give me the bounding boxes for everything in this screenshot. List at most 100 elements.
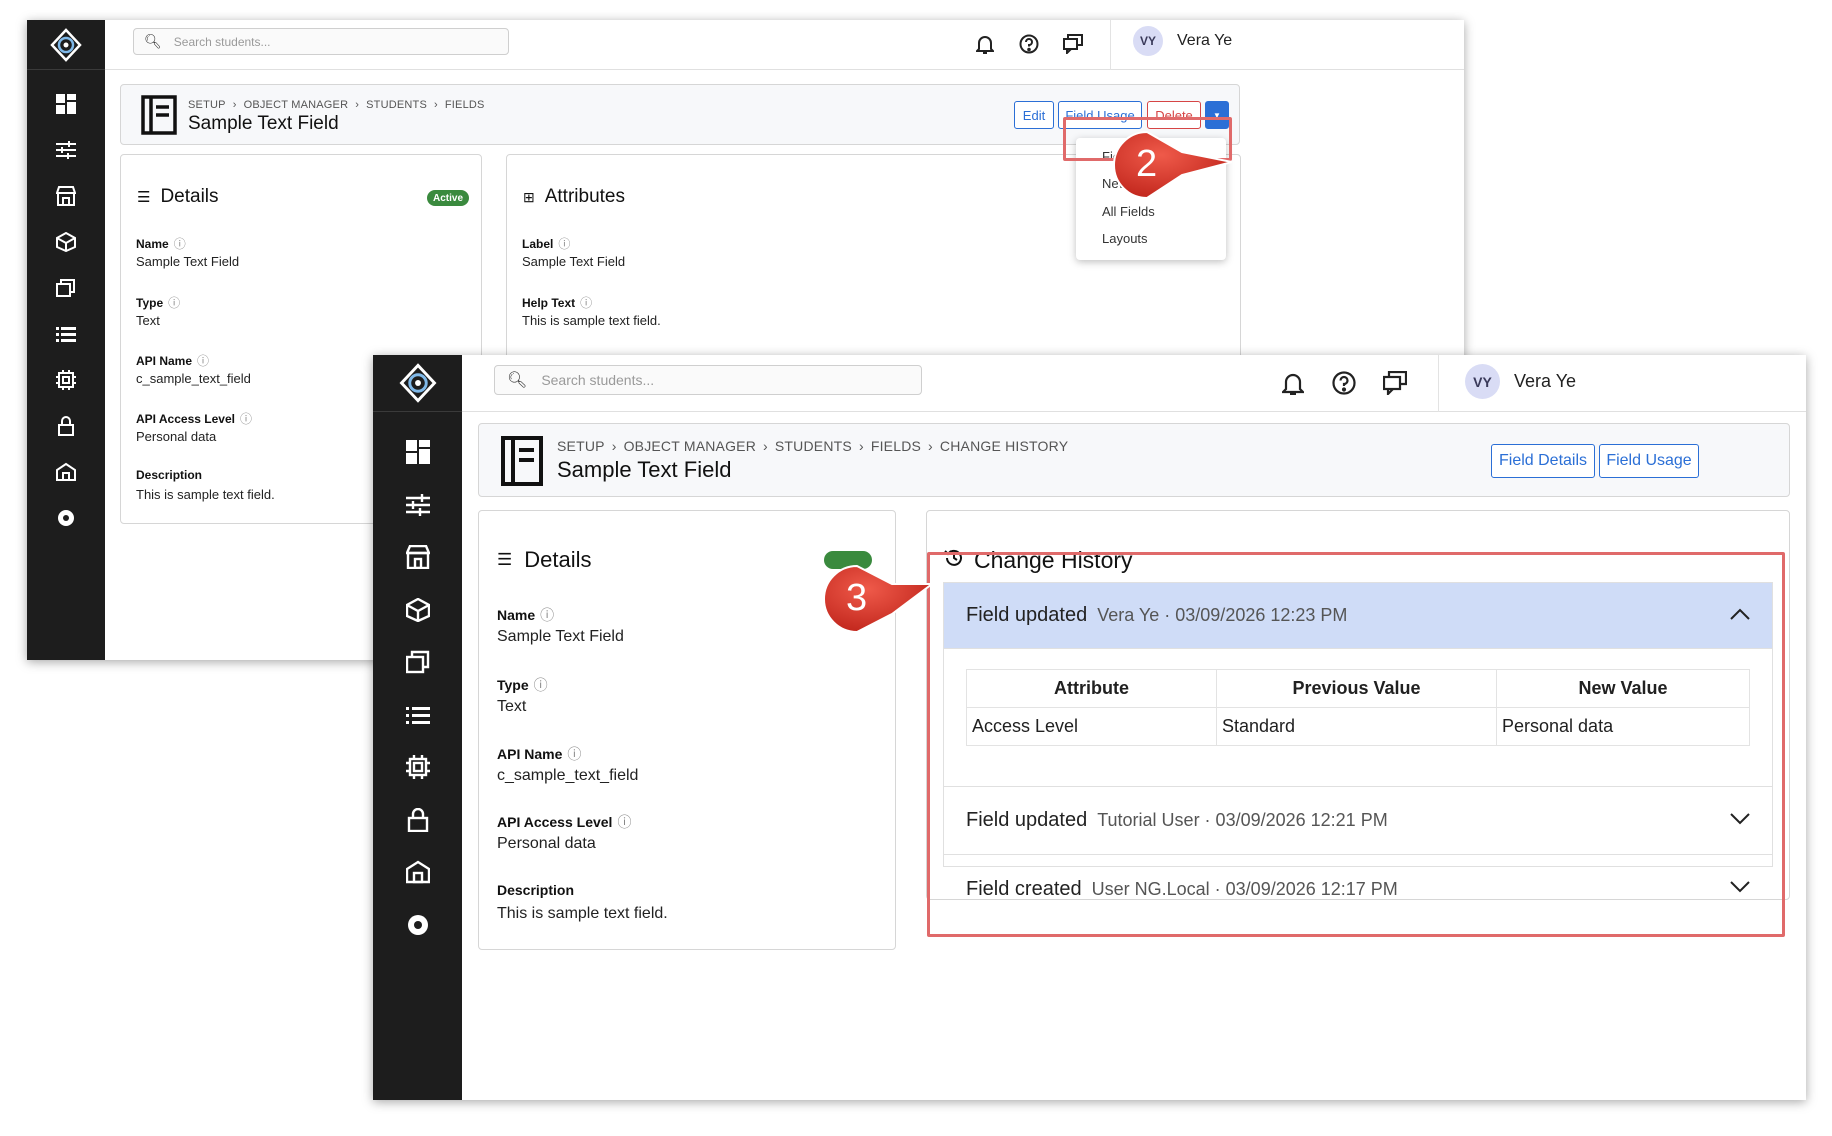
field-label: Label ⓘ xyxy=(522,236,571,252)
info-icon: ⓘ xyxy=(533,677,548,693)
search-icon: 🔍︎ xyxy=(144,33,162,49)
list-icon[interactable] xyxy=(27,324,105,344)
avatar[interactable]: VY xyxy=(1465,364,1500,399)
crumb-change-history: CHANGE HISTORY xyxy=(939,438,1069,454)
field-details-button[interactable]: Field Details xyxy=(1491,444,1595,478)
app-logo xyxy=(27,20,105,70)
info-icon: ⓘ xyxy=(617,814,632,830)
user-name[interactable]: Vera Ye xyxy=(1514,371,1576,392)
list-icon: ☰ xyxy=(137,189,151,206)
page-title: Sample Text Field xyxy=(188,113,339,134)
field-value: Text xyxy=(497,698,527,715)
document-icon xyxy=(141,95,177,140)
menu-item-all-fields[interactable]: All Fields xyxy=(1076,204,1226,219)
top-bar: 🔍︎ VY Vera Ye xyxy=(105,20,1464,70)
field-value: Text xyxy=(136,313,160,328)
field-label: API Access Level ⓘ xyxy=(497,814,632,830)
sliders-icon[interactable] xyxy=(373,493,462,517)
help-icon[interactable] xyxy=(1017,32,1041,56)
bell-icon[interactable] xyxy=(1279,369,1307,397)
field-value: Sample Text Field xyxy=(522,254,626,269)
status-badge: Active xyxy=(427,190,469,206)
school-icon[interactable] xyxy=(27,462,105,482)
field-label: Type ⓘ xyxy=(497,677,548,693)
crumb-setup[interactable]: SETUP xyxy=(557,438,605,454)
crumb-setup[interactable]: SETUP xyxy=(188,99,226,111)
field-value: Sample Text Field xyxy=(136,254,240,269)
field-value: c_sample_text_field xyxy=(497,767,639,784)
chip-icon[interactable] xyxy=(27,370,105,390)
windows-icon[interactable] xyxy=(27,278,105,298)
field-value: This is sample text field. xyxy=(497,905,668,922)
settings-gear-icon[interactable] xyxy=(373,913,462,937)
lock-icon[interactable] xyxy=(373,808,462,832)
edit-button[interactable]: Edit xyxy=(1014,101,1054,129)
chip-icon[interactable] xyxy=(373,755,462,779)
dashboard-icon[interactable] xyxy=(27,94,105,114)
top-bar: 🔍︎ VY Vera Ye xyxy=(462,355,1806,412)
field-value: c_sample_text_field xyxy=(136,371,251,386)
attributes-heading: ⊞ Attributes xyxy=(523,186,625,207)
crumb-students[interactable]: STUDENTS xyxy=(366,99,427,111)
crumb-fields[interactable]: FIELDS xyxy=(871,438,921,454)
search-input[interactable] xyxy=(173,34,508,49)
step-number: 2 xyxy=(1136,143,1158,185)
list-icon: ☰ xyxy=(497,550,513,569)
search-box[interactable]: 🔍︎ xyxy=(133,28,509,55)
menu-item-layouts[interactable]: Layouts xyxy=(1076,231,1226,246)
user-name[interactable]: Vera Ye xyxy=(1177,32,1232,50)
info-icon: ⓘ xyxy=(580,296,593,310)
callout-highlight xyxy=(927,552,1785,937)
dashboard-icon[interactable] xyxy=(373,440,462,464)
field-value: This is sample text field. xyxy=(136,487,275,502)
chat-icon[interactable] xyxy=(1061,32,1085,56)
field-usage-button[interactable]: Field Usage xyxy=(1599,444,1699,478)
avatar[interactable]: VY xyxy=(1133,26,1163,56)
crumb-fields[interactable]: FIELDS xyxy=(445,99,485,111)
help-icon[interactable] xyxy=(1330,369,1358,397)
bell-icon[interactable] xyxy=(973,32,997,56)
sidebar xyxy=(373,355,462,1100)
search-icon: 🔍︎ xyxy=(507,372,528,389)
info-icon: ⓘ xyxy=(239,412,252,426)
store-icon[interactable] xyxy=(373,545,462,569)
cube-icon[interactable] xyxy=(373,598,462,622)
field-value: Personal data xyxy=(497,835,596,852)
search-box[interactable]: 🔍︎ xyxy=(494,365,922,395)
crumb-object-manager[interactable]: OBJECT MANAGER xyxy=(624,438,756,454)
crumb-object-manager[interactable]: OBJECT MANAGER xyxy=(244,99,349,111)
sliders-icon[interactable] xyxy=(27,140,105,160)
details-heading: ☰ Details xyxy=(137,186,219,207)
info-icon: ⓘ xyxy=(197,354,210,368)
step-callout-2: 2 xyxy=(1112,130,1232,200)
chat-icon[interactable] xyxy=(1381,369,1409,397)
screenshot-change-history: 🔍︎ VY Vera Ye SETUP› OBJECT MANAGER› STU… xyxy=(373,355,1806,1100)
field-label: Description xyxy=(136,468,203,482)
app-logo xyxy=(373,355,462,412)
settings-gear-icon[interactable] xyxy=(27,508,105,528)
field-label: Help Text ⓘ xyxy=(522,295,593,311)
lock-icon[interactable] xyxy=(27,416,105,436)
store-icon[interactable] xyxy=(27,186,105,206)
list-icon[interactable] xyxy=(373,703,462,727)
sidebar xyxy=(27,20,105,660)
school-icon[interactable] xyxy=(373,860,462,884)
field-value: Sample Text Field xyxy=(497,628,624,645)
windows-icon[interactable] xyxy=(373,650,462,674)
field-label: Description xyxy=(497,882,575,898)
table-icon: ⊞ xyxy=(523,188,535,205)
info-icon: ⓘ xyxy=(540,607,555,623)
info-icon: ⓘ xyxy=(567,746,582,762)
step-callout-3: 3 xyxy=(822,564,942,634)
document-icon xyxy=(501,436,543,491)
crumb-students[interactable]: STUDENTS xyxy=(775,438,852,454)
field-label: API Access Level ⓘ xyxy=(136,411,252,427)
field-label: API Name ⓘ xyxy=(136,353,210,369)
field-value: This is sample text field. xyxy=(522,313,661,328)
breadcrumb: SETUP › OBJECT MANAGER › STUDENTS › FIELDS ›… xyxy=(557,438,1069,454)
cube-icon[interactable] xyxy=(27,232,105,252)
page-title: Sample Text Field xyxy=(557,457,732,482)
search-input[interactable] xyxy=(541,372,921,388)
page-header: SETUP › OBJECT MANAGER › STUDENTS › FIELDS ›… xyxy=(478,423,1790,497)
field-value: Personal data xyxy=(136,429,217,444)
